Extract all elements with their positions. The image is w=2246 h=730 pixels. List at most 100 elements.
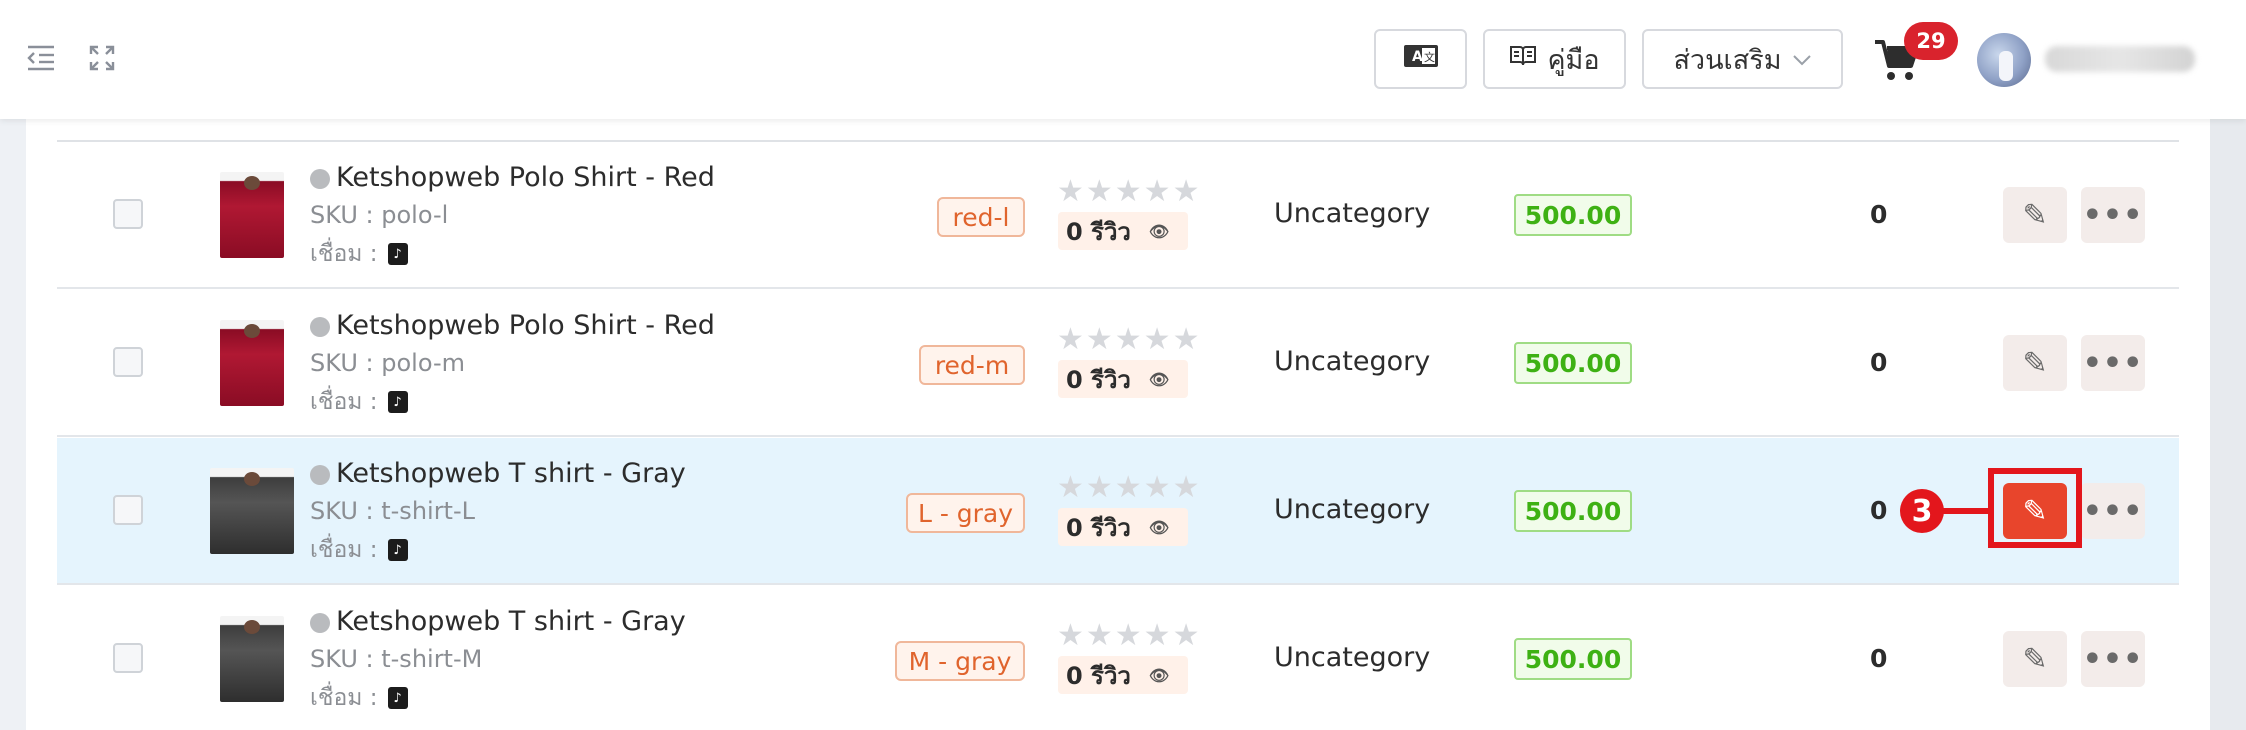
outdent-menu-icon[interactable]: [23, 40, 59, 76]
review-label: 0 รีวิว: [1066, 661, 1131, 690]
product-link: เชื่อม : ♪: [310, 532, 408, 568]
edit-button[interactable]: ✎: [2003, 335, 2067, 391]
review-count[interactable]: 0 รีวิว 👁: [1058, 360, 1188, 398]
price-badge: 500.00: [1514, 342, 1632, 384]
tiktok-icon[interactable]: ♪: [387, 243, 408, 265]
review-count[interactable]: 0 รีวิว 👁: [1058, 656, 1188, 694]
review-count[interactable]: 0 รีวิว 👁: [1058, 508, 1188, 546]
price-badge: 500.00: [1514, 194, 1632, 236]
product-category: Uncategory: [1274, 494, 1431, 525]
rating-stars: ★★★★★: [1057, 322, 1202, 357]
product-name[interactable]: Ketshopweb T shirt - Gray: [336, 458, 686, 489]
top-bar: A文 คู่มือ ส่วนเสริม 29: [0, 0, 2246, 119]
tiktok-icon[interactable]: ♪: [387, 687, 408, 709]
row-checkbox[interactable]: [113, 643, 143, 673]
tiktok-icon[interactable]: ♪: [387, 391, 408, 413]
pencil-icon: ✎: [2022, 345, 2048, 381]
product-sku: SKU : polo-l: [310, 201, 449, 229]
product-link: เชื่อม : ♪: [310, 384, 408, 420]
username-redacted: [2045, 46, 2195, 72]
table-row: Ketshopweb Polo Shirt - Red SKU : polo-l…: [57, 142, 2179, 289]
product-name[interactable]: Ketshopweb Polo Shirt - Red: [336, 310, 715, 341]
product-thumbnail[interactable]: [210, 468, 294, 554]
link-label: เชื่อม :: [310, 537, 378, 563]
manual-label: คู่มือ: [1547, 44, 1600, 76]
review-label: 0 รีวิว: [1066, 513, 1131, 542]
addons-label: ส่วนเสริม: [1673, 44, 1782, 76]
price-badge: 500.00: [1514, 638, 1632, 680]
price-badge: 500.00: [1514, 490, 1632, 532]
more-options-button[interactable]: •••: [2081, 335, 2145, 391]
product-thumbnail[interactable]: [220, 320, 284, 406]
product-sku: SKU : t-shirt-M: [310, 645, 483, 673]
product-sku: SKU : polo-m: [310, 349, 465, 377]
eye-icon: 👁: [1148, 369, 1170, 389]
cart-count-badge: 29: [1904, 22, 1958, 60]
more-icon: •••: [2082, 641, 2144, 677]
product-category: Uncategory: [1274, 642, 1431, 673]
stock-count: 0: [1870, 644, 1888, 673]
fullscreen-expand-icon[interactable]: [84, 40, 120, 76]
status-dot: [310, 613, 330, 633]
stock-count: 0: [1870, 496, 1888, 525]
translate-button[interactable]: A文: [1374, 29, 1467, 89]
edit-button[interactable]: ✎: [2003, 187, 2067, 243]
chevron-down-icon: [1792, 47, 1812, 72]
eye-icon: 👁: [1148, 517, 1170, 537]
stock-count: 0: [1870, 200, 1888, 229]
product-link: เชื่อม : ♪: [310, 680, 408, 716]
rating-stars: ★★★★★: [1057, 618, 1202, 653]
variant-badge: red-m: [919, 345, 1025, 385]
tiktok-icon[interactable]: ♪: [387, 539, 408, 561]
scroll-gutter: [2210, 119, 2246, 730]
product-link: เชื่อม : ♪: [310, 236, 408, 272]
callout-step-number: 3: [1900, 489, 1944, 533]
product-category: Uncategory: [1274, 198, 1431, 229]
variant-badge: L - gray: [906, 493, 1025, 533]
link-label: เชื่อม :: [310, 685, 378, 711]
review-count[interactable]: 0 รีวิว 👁: [1058, 212, 1188, 250]
table-row-selected: Ketshopweb T shirt - Gray SKU : t-shirt-…: [57, 438, 2179, 585]
review-label: 0 รีวิว: [1066, 365, 1131, 394]
status-dot: [310, 317, 330, 337]
link-label: เชื่อม :: [310, 389, 378, 415]
stock-count: 0: [1870, 348, 1888, 377]
row-checkbox[interactable]: [113, 199, 143, 229]
product-category: Uncategory: [1274, 346, 1431, 377]
callout-highlight-box: [1988, 468, 2082, 548]
more-icon: •••: [2082, 345, 2144, 381]
table-row: Ketshopweb T shirt - Gray SKU : t-shirt-…: [57, 586, 2179, 730]
variant-badge: M - gray: [895, 641, 1025, 681]
translate-icon: A文: [1403, 44, 1439, 75]
rating-stars: ★★★★★: [1057, 174, 1202, 209]
product-thumbnail[interactable]: [220, 172, 284, 258]
edit-button[interactable]: ✎: [2003, 631, 2067, 687]
rating-stars: ★★★★★: [1057, 470, 1202, 505]
variant-badge: red-l: [937, 197, 1025, 237]
status-dot: [310, 465, 330, 485]
status-dot: [310, 169, 330, 189]
pencil-icon: ✎: [2022, 641, 2048, 677]
product-thumbnail[interactable]: [220, 616, 284, 702]
eye-icon: 👁: [1148, 665, 1170, 685]
book-icon: [1509, 44, 1537, 75]
product-name[interactable]: Ketshopweb T shirt - Gray: [336, 606, 686, 637]
table-row: Ketshopweb Polo Shirt - Red SKU : polo-m…: [57, 290, 2179, 437]
manual-button[interactable]: คู่มือ: [1483, 29, 1626, 89]
review-label: 0 รีวิว: [1066, 217, 1131, 246]
row-checkbox[interactable]: [113, 495, 143, 525]
svg-text:文: 文: [1424, 50, 1435, 64]
pencil-icon: ✎: [2022, 197, 2048, 233]
svg-text:A: A: [1412, 49, 1423, 65]
avatar[interactable]: [1977, 33, 2031, 87]
product-sku: SKU : t-shirt-L: [310, 497, 475, 525]
more-icon: •••: [2082, 493, 2144, 529]
product-name[interactable]: Ketshopweb Polo Shirt - Red: [336, 162, 715, 193]
more-options-button[interactable]: •••: [2081, 483, 2145, 539]
more-options-button[interactable]: •••: [2081, 187, 2145, 243]
row-checkbox[interactable]: [113, 347, 143, 377]
addons-dropdown[interactable]: ส่วนเสริม: [1642, 29, 1843, 89]
link-label: เชื่อม :: [310, 241, 378, 267]
more-options-button[interactable]: •••: [2081, 631, 2145, 687]
eye-icon: 👁: [1148, 221, 1170, 241]
